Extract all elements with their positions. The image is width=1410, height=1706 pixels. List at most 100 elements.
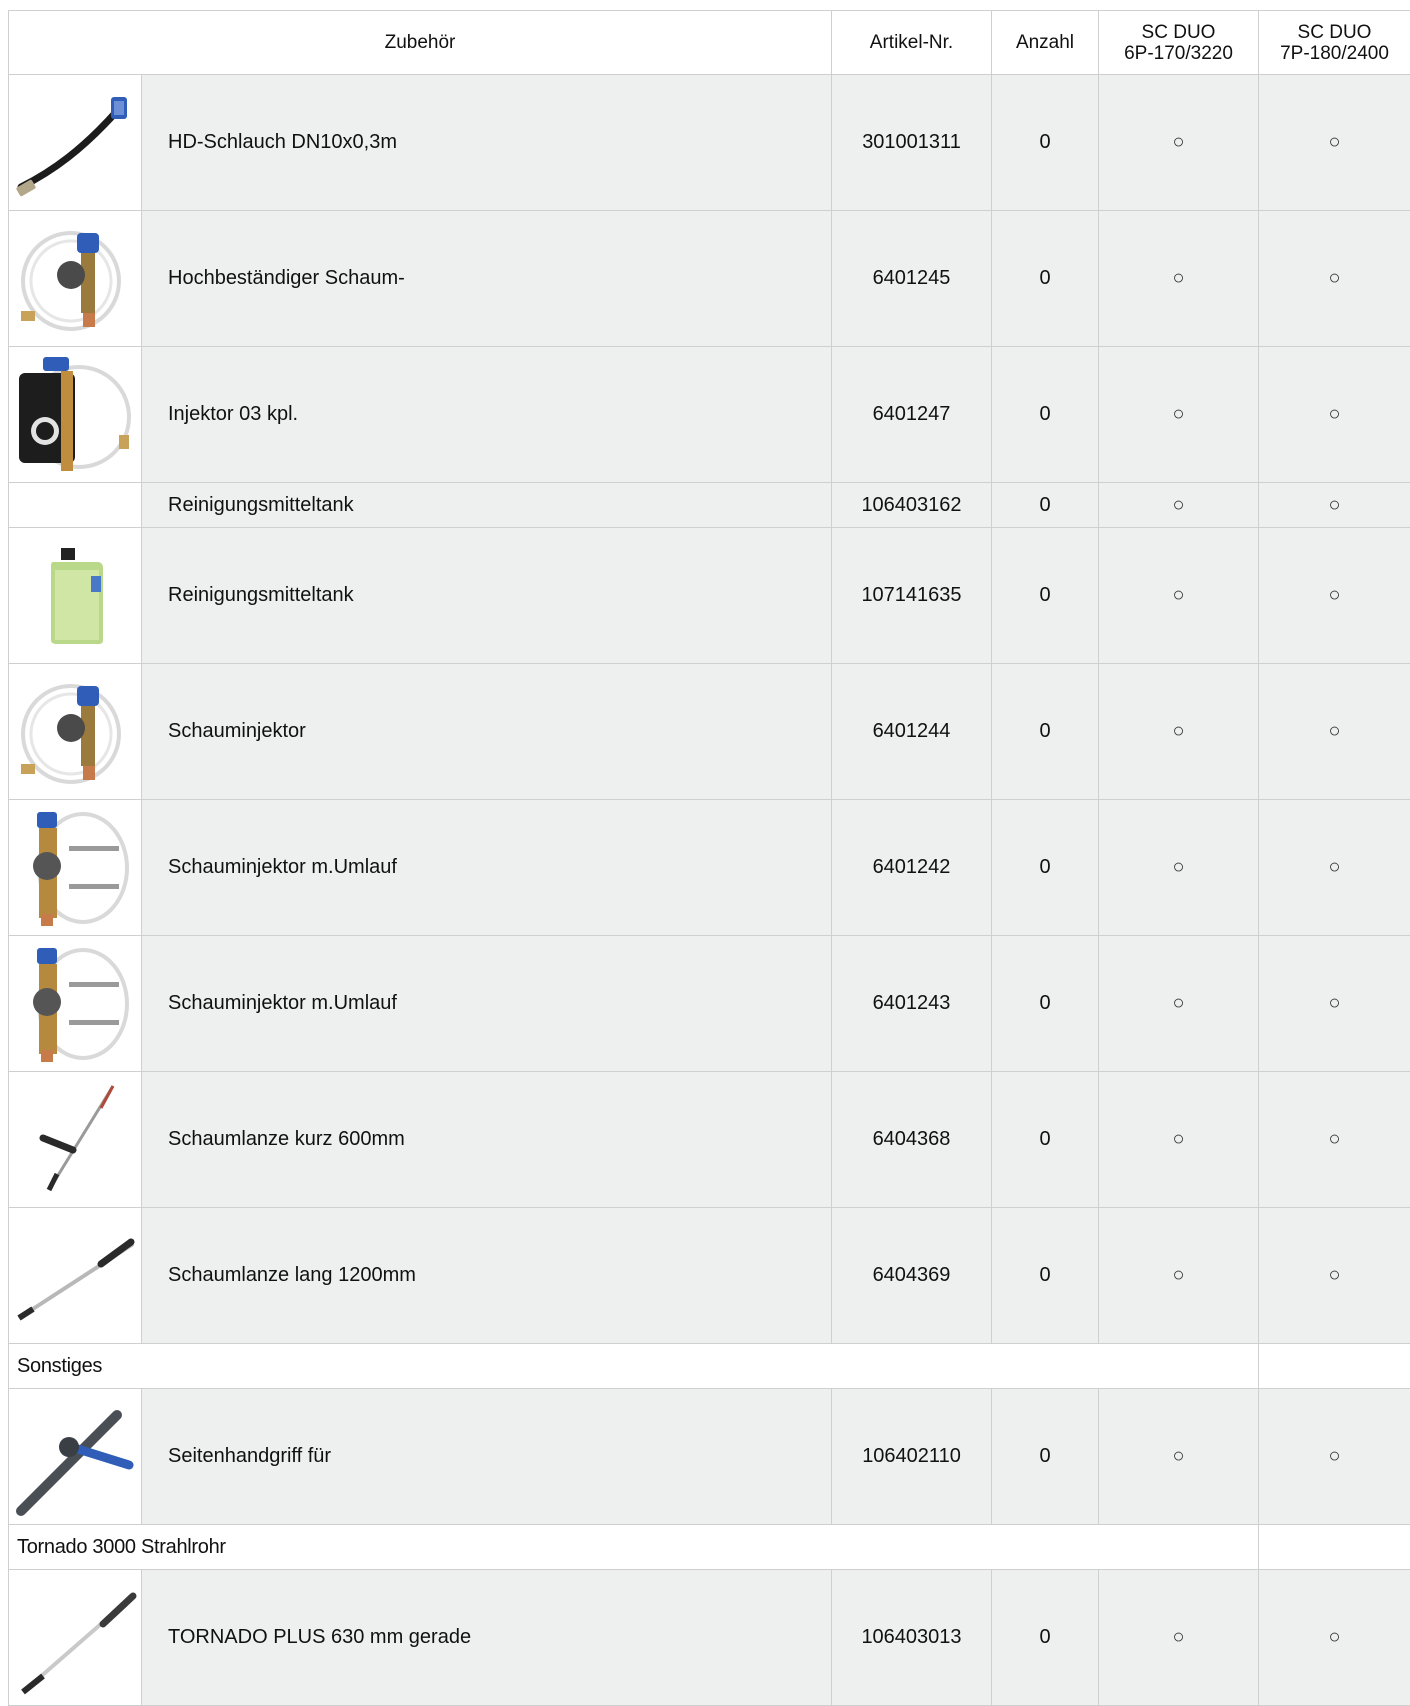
compat-model-1: ○ xyxy=(1099,1072,1259,1208)
product-name: TORNADO PLUS 630 mm gerade xyxy=(142,1570,832,1706)
compat-model-2: ○ xyxy=(1259,800,1410,936)
product-image xyxy=(9,75,142,211)
compat-model-2: ○ xyxy=(1259,1208,1410,1344)
foam-injector-icon xyxy=(13,672,137,792)
table-row: Seitenhandgriff für 106402110 0 ○ ○ xyxy=(9,1389,1410,1525)
spray-lance-icon xyxy=(13,1576,137,1700)
model-1-line-1: SC DUO xyxy=(1142,22,1216,43)
compat-model-1: ○ xyxy=(1099,347,1259,483)
compat-model-2: ○ xyxy=(1259,936,1410,1072)
section-header-row: Sonstiges xyxy=(9,1344,1410,1389)
table-row: Schauminjektor 6401244 0 ○ ○ xyxy=(9,664,1410,800)
article-number: 301001311 xyxy=(832,75,992,211)
canister-icon xyxy=(13,536,137,656)
quantity[interactable]: 0 xyxy=(992,528,1099,664)
quantity[interactable]: 0 xyxy=(992,1570,1099,1706)
product-image xyxy=(9,936,142,1072)
bypass-injector-icon xyxy=(13,942,137,1066)
product-name: Reinigungsmitteltank xyxy=(142,528,832,664)
product-name: Schaumlanze kurz 600mm xyxy=(142,1072,832,1208)
table-row: Hochbeständiger Schaum- 6401245 0 ○ ○ xyxy=(9,211,1410,347)
product-image xyxy=(9,1208,142,1344)
quantity[interactable]: 0 xyxy=(992,1208,1099,1344)
quantity[interactable]: 0 xyxy=(992,936,1099,1072)
product-name: Schauminjektor m.Umlauf xyxy=(142,800,832,936)
product-name: Schaumlanze lang 1200mm xyxy=(142,1208,832,1344)
compat-model-1: ○ xyxy=(1099,1389,1259,1525)
compat-model-2: ○ xyxy=(1259,1072,1410,1208)
table-header-row: Zubehör Artikel-Nr. Anzahl SC DUO 6P-170… xyxy=(9,11,1410,75)
product-name: Injektor 03 kpl. xyxy=(142,347,832,483)
product-image xyxy=(9,664,142,800)
article-number: 6401244 xyxy=(832,664,992,800)
table-row: Reinigungsmitteltank 106403162 0 ○ ○ xyxy=(9,483,1410,528)
header-model-2: SC DUO 7P-180/2400 xyxy=(1259,11,1410,75)
article-number: 106403162 xyxy=(832,483,992,528)
article-number: 106402110 xyxy=(832,1389,992,1525)
model-2-line-2: 7P-180/2400 xyxy=(1280,43,1389,64)
compat-model-2: ○ xyxy=(1259,528,1410,664)
product-name: Schauminjektor m.Umlauf xyxy=(142,936,832,1072)
compat-model-2: ○ xyxy=(1259,664,1410,800)
compat-model-1: ○ xyxy=(1099,528,1259,664)
product-image xyxy=(9,1389,142,1525)
injector-icon xyxy=(13,351,137,479)
product-image-empty xyxy=(9,483,142,528)
compat-model-1: ○ xyxy=(1099,800,1259,936)
section-title: Tornado 3000 Strahlrohr xyxy=(9,1525,1259,1570)
article-number: 6404368 xyxy=(832,1072,992,1208)
product-name: Reinigungsmitteltank xyxy=(142,483,832,528)
quantity[interactable]: 0 xyxy=(992,1072,1099,1208)
compat-model-2: ○ xyxy=(1259,211,1410,347)
section-header-row: Tornado 3000 Strahlrohr xyxy=(9,1525,1410,1570)
article-number: 6401242 xyxy=(832,800,992,936)
product-image xyxy=(9,1072,142,1208)
accessories-table: Zubehör Artikel-Nr. Anzahl SC DUO 6P-170… xyxy=(8,10,1410,1706)
compat-model-2: ○ xyxy=(1259,347,1410,483)
quantity[interactable]: 0 xyxy=(992,483,1099,528)
table-row: HD-Schlauch DN10x0,3m 301001311 0 ○ ○ xyxy=(9,75,1410,211)
compat-model-1: ○ xyxy=(1099,211,1259,347)
product-name: Seitenhandgriff für xyxy=(142,1389,832,1525)
article-number: 6401245 xyxy=(832,211,992,347)
section-empty-cell xyxy=(1259,1344,1410,1389)
compat-model-1: ○ xyxy=(1099,936,1259,1072)
bypass-injector-icon xyxy=(13,806,137,930)
model-1-line-2: 6P-170/3220 xyxy=(1124,43,1233,64)
quantity[interactable]: 0 xyxy=(992,1389,1099,1525)
compat-model-1: ○ xyxy=(1099,664,1259,800)
compat-model-1: ○ xyxy=(1099,1570,1259,1706)
short-lance-icon xyxy=(13,1078,137,1202)
header-model-1: SC DUO 6P-170/3220 xyxy=(1099,11,1259,75)
compat-model-2: ○ xyxy=(1259,483,1410,528)
foam-injector-icon xyxy=(13,219,137,339)
section-title: Sonstiges xyxy=(9,1344,1259,1389)
model-2-line-1: SC DUO xyxy=(1298,22,1372,43)
article-number: 6401247 xyxy=(832,347,992,483)
table-row: Schaumlanze lang 1200mm 6404369 0 ○ ○ xyxy=(9,1208,1410,1344)
compat-model-2: ○ xyxy=(1259,1570,1410,1706)
product-name: Schauminjektor xyxy=(142,664,832,800)
product-image xyxy=(9,528,142,664)
product-name: HD-Schlauch DN10x0,3m xyxy=(142,75,832,211)
article-number: 106403013 xyxy=(832,1570,992,1706)
table-row: TORNADO PLUS 630 mm gerade 106403013 0 ○… xyxy=(9,1570,1410,1706)
product-image xyxy=(9,800,142,936)
quantity[interactable]: 0 xyxy=(992,75,1099,211)
quantity[interactable]: 0 xyxy=(992,211,1099,347)
compat-model-1: ○ xyxy=(1099,1208,1259,1344)
compat-model-2: ○ xyxy=(1259,1389,1410,1525)
compat-model-2: ○ xyxy=(1259,75,1410,211)
compat-model-1: ○ xyxy=(1099,75,1259,211)
article-number: 6401243 xyxy=(832,936,992,1072)
article-number: 6404369 xyxy=(832,1208,992,1344)
side-handle-icon xyxy=(13,1395,137,1519)
hose-icon xyxy=(13,83,137,203)
quantity[interactable]: 0 xyxy=(992,347,1099,483)
table-row: Schauminjektor m.Umlauf 6401242 0 ○ ○ xyxy=(9,800,1410,936)
table-row: Reinigungsmitteltank 107141635 0 ○ ○ xyxy=(9,528,1410,664)
quantity[interactable]: 0 xyxy=(992,800,1099,936)
compat-model-1: ○ xyxy=(1099,483,1259,528)
quantity[interactable]: 0 xyxy=(992,664,1099,800)
table-row: Injektor 03 kpl. 6401247 0 ○ ○ xyxy=(9,347,1410,483)
